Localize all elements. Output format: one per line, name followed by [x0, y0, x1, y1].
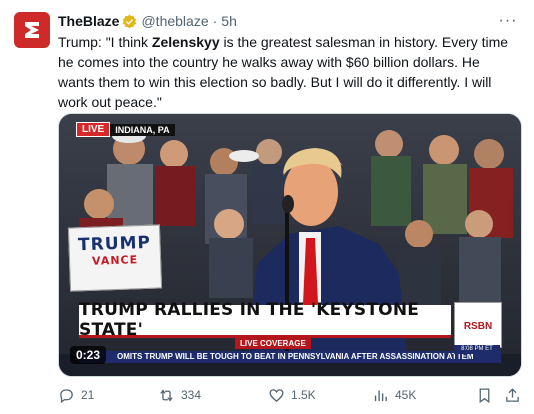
- timestamp[interactable]: 5h: [221, 13, 237, 29]
- news-ticker: OMITS TRUMP WILL BE TOUGH TO BEAT IN PEN…: [79, 351, 501, 363]
- views-button[interactable]: 45K: [372, 385, 416, 405]
- reply-icon: [60, 388, 73, 403]
- repost-icon: [160, 388, 173, 402]
- repost-button[interactable]: 334: [158, 385, 201, 405]
- tweet-text-prefix: Trump: "I think: [58, 34, 152, 50]
- bookmark-icon: [479, 387, 490, 403]
- coverage-label: LIVE COVERAGE: [235, 338, 311, 349]
- like-count: 1.5K: [291, 388, 316, 402]
- network-time: 8:08 PM ET: [454, 345, 500, 354]
- reply-button[interactable]: 21: [58, 385, 94, 405]
- video-player[interactable]: LIVE INDIANA, PA TRUMP VANCE TRUMP RALLI…: [58, 113, 522, 377]
- location-label: INDIANA, PA: [110, 123, 175, 136]
- network-logo-text: RSBN: [463, 321, 493, 332]
- reply-count: 21: [81, 388, 95, 402]
- blaze-logo-icon: [25, 22, 39, 38]
- tweet-text: Trump: "I think Zelenskyy is the greates…: [58, 32, 520, 112]
- handle[interactable]: @theblaze: [141, 13, 208, 29]
- video-duration: 0:23: [70, 346, 107, 364]
- tweet-text-bold: Zelenskyy: [151, 34, 220, 50]
- live-label: LIVE: [76, 122, 111, 137]
- live-badge: LIVE INDIANA, PA: [76, 122, 175, 137]
- action-bar: 21 334 1.5K 45K: [58, 385, 520, 405]
- repost-count: 334: [181, 388, 202, 402]
- sign-line-1: TRUMP: [77, 232, 152, 256]
- like-icon: [269, 388, 284, 402]
- display-name[interactable]: TheBlaze: [58, 13, 119, 29]
- verified-badge-icon: [123, 14, 137, 28]
- views-icon: [374, 390, 387, 401]
- headline-banner: TRUMP RALLIES IN THE 'KEYSTONE STATE': [79, 300, 451, 340]
- bookmark-button[interactable]: [476, 385, 499, 405]
- tweet-card[interactable]: TheBlaze @theblaze · 5h ··· Trump: "I th…: [0, 0, 534, 414]
- share-icon: [506, 387, 519, 402]
- rally-sign: TRUMP VANCE: [67, 224, 163, 292]
- more-icon[interactable]: ···: [496, 11, 520, 31]
- separator-dot: ·: [212, 13, 218, 29]
- share-button[interactable]: [504, 385, 527, 405]
- views-count: 45K: [395, 388, 417, 402]
- network-logo: RSBN: [454, 302, 502, 348]
- tweet-header: TheBlaze @theblaze · 5h ···: [58, 11, 520, 31]
- like-button[interactable]: 1.5K: [268, 385, 316, 405]
- avatar[interactable]: [14, 12, 50, 48]
